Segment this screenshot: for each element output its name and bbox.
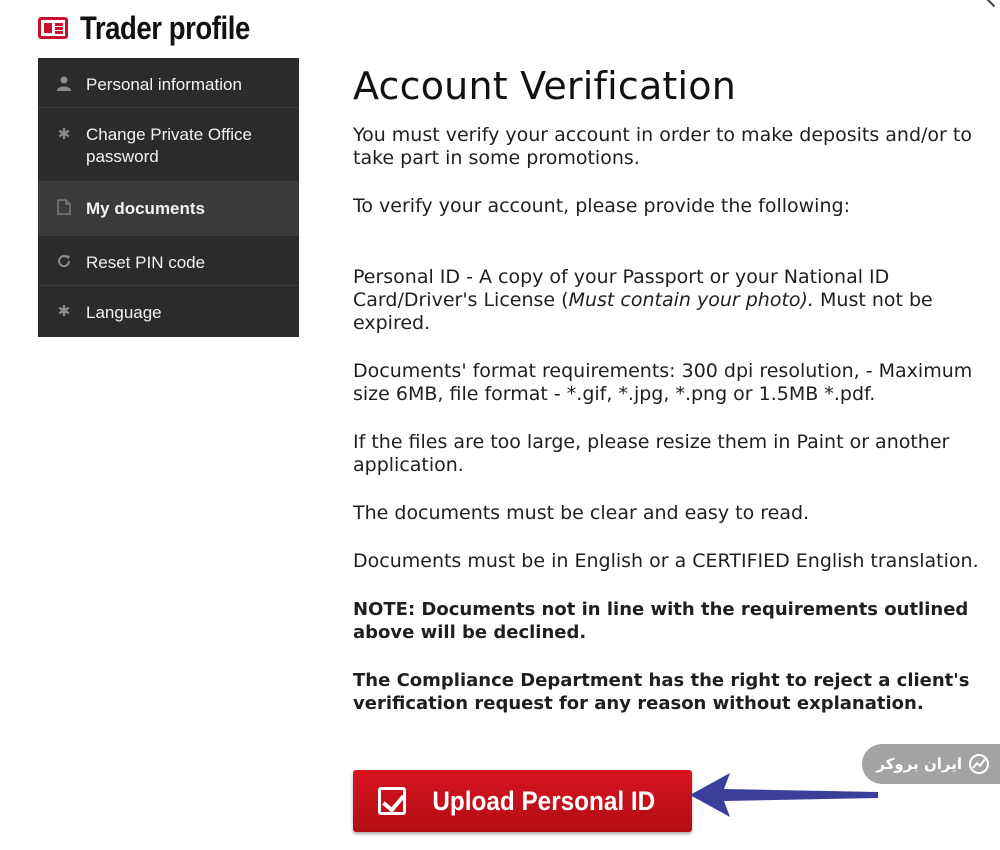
sidebar-item-label: My documents [86,199,206,218]
file-size-text: If the files are too large, please resiz… [353,431,950,476]
language-text: Documents must be in English or a CERTIF… [353,550,979,572]
page-header: Trader profile [38,8,278,48]
upload-personal-id-button[interactable]: Upload Personal ID [353,770,692,832]
document-icon [56,199,72,215]
section-title: Account Verification [353,64,737,108]
checkbox-icon [377,787,406,815]
verification-content: Account Verification You must verify you… [353,58,983,740]
close-icon[interactable] [986,0,998,10]
personal-id-text: Personal ID - A copy of your Passport or… [353,266,933,334]
refresh-icon [56,253,72,269]
asterisk-icon: ✱ [57,302,71,320]
sidebar-item-label: Language [86,303,162,322]
sidebar-item-label: Reset PIN code [86,253,206,272]
watermark-badge: ایران بروکر [862,744,1000,784]
clarity-text: The documents must be clear and easy to … [353,502,810,524]
format-text: Documents' format requirements: 300 dpi … [353,360,973,405]
sidebar-item-label: Change Private Office password [86,125,252,167]
sidebar-item-my-documents[interactable]: My documents [38,182,299,236]
note-text: NOTE: Documents not in line with the req… [353,599,969,643]
compliance-text: The Compliance Department has the right … [353,670,970,714]
arrow-pointer-icon [690,773,878,817]
sidebar-item-reset-pin[interactable]: Reset PIN code [38,236,299,286]
sidebar-item-language[interactable]: ✱ Language [38,286,299,337]
sidebar-item-label: Personal information [86,75,242,94]
page-title: Trader profile [80,9,250,46]
sidebar: Personal information ✱ Change Private Of… [38,58,299,337]
watermark-text: ایران بروکر [876,755,962,773]
upload-button-label: Upload Personal ID [432,785,655,816]
sidebar-item-change-password[interactable]: ✱ Change Private Office password [38,108,299,182]
intro-text: You must verify your account in order to… [353,124,972,169]
sidebar-item-personal-information[interactable]: Personal information [38,58,299,108]
id-card-icon [38,17,68,39]
provide-text: To verify your account, please provide t… [353,195,850,217]
chart-arrow-icon [969,754,989,774]
person-icon [56,75,72,91]
